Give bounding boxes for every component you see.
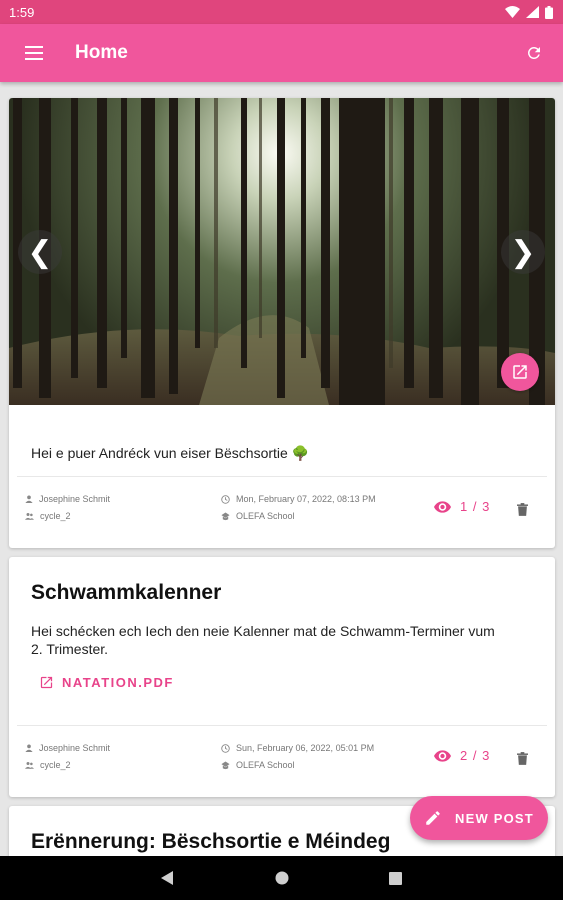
chevron-left-icon: ❮	[27, 235, 53, 269]
post-card: Schwammkalenner Hei schécken ech Iech de…	[9, 557, 555, 797]
trash-icon	[516, 502, 528, 516]
eye-icon	[434, 749, 451, 762]
battery-icon	[545, 5, 553, 19]
app-bar: Home	[0, 24, 563, 82]
post-card: ❮ ❯ Hei e puer Andréck vun eiser Bëschso…	[9, 98, 555, 548]
school-icon	[221, 511, 230, 520]
previous-photo-button[interactable]: ❮	[18, 230, 62, 274]
chevron-right-icon: ❯	[510, 235, 536, 269]
school-icon	[221, 760, 230, 769]
post-body: Hei e puer Andréck vun eiser Bëschsortie…	[31, 445, 310, 461]
eye-icon	[434, 500, 451, 513]
open-photo-button[interactable]	[501, 353, 539, 391]
post-author-name: Josephine Schmit	[39, 494, 111, 504]
delete-post-button[interactable]	[514, 501, 530, 517]
post-views[interactable]: 2 / 3	[434, 748, 490, 763]
open-external-icon	[513, 365, 527, 379]
post-date: Sun, February 06, 2022, 05:01 PM	[221, 743, 374, 753]
next-photo-button[interactable]: ❯	[501, 230, 545, 274]
status-icons	[505, 5, 553, 19]
refresh-icon	[527, 46, 540, 59]
post-group-name: cycle_2	[40, 760, 71, 770]
post-date-text: Mon, February 07, 2022, 08:13 PM	[236, 494, 376, 504]
group-icon	[25, 513, 34, 520]
group-icon	[25, 762, 34, 769]
post-views-count: 2 / 3	[460, 748, 491, 763]
post-group: cycle_2	[25, 760, 71, 770]
recents-icon[interactable]	[389, 871, 402, 885]
signal-icon	[526, 6, 539, 18]
post-group-name: cycle_2	[40, 511, 71, 521]
post-author: Josephine Schmit	[25, 743, 110, 753]
new-post-label: NEW POST	[455, 810, 534, 826]
post-school-name: OLEFA School	[236, 760, 295, 770]
refresh-button[interactable]	[505, 24, 563, 82]
post-body-line: Hei schécken ech Iech den neie Kalenner …	[31, 623, 495, 639]
trash-icon	[516, 751, 528, 765]
post-views[interactable]: 1 / 3	[434, 499, 490, 514]
person-icon	[25, 744, 33, 752]
home-icon[interactable]	[275, 871, 289, 885]
person-icon	[25, 495, 33, 503]
status-bar: 1:59	[0, 0, 563, 24]
attachment-link[interactable]: NATATION.PDF	[39, 675, 174, 690]
divider	[17, 725, 547, 726]
open-external-icon	[40, 676, 53, 689]
new-post-button[interactable]: NEW POST	[410, 796, 548, 840]
attachment-name: NATATION.PDF	[62, 675, 174, 690]
menu-button[interactable]	[0, 24, 68, 82]
divider	[17, 476, 547, 477]
delete-post-button[interactable]	[514, 750, 530, 766]
clock-icon	[221, 494, 230, 504]
status-time: 1:59	[9, 4, 35, 20]
post-school-name: OLEFA School	[236, 511, 295, 521]
post-author-name: Josephine Schmit	[39, 743, 111, 753]
menu-icon	[25, 46, 43, 60]
clock-icon	[221, 743, 230, 753]
post-feed[interactable]: ❮ ❯ Hei e puer Andréck vun eiser Bëschso…	[0, 82, 563, 856]
page-title: Home	[75, 42, 128, 63]
post-date: Mon, February 07, 2022, 08:13 PM	[221, 494, 376, 504]
back-icon[interactable]	[161, 871, 175, 885]
post-group: cycle_2	[25, 511, 71, 521]
post-title: Schwammkalenner	[31, 581, 222, 604]
post-author: Josephine Schmit	[25, 494, 110, 504]
post-school: OLEFA School	[221, 511, 295, 521]
pencil-icon	[426, 811, 440, 825]
post-school: OLEFA School	[221, 760, 295, 770]
post-body-line: 2. Trimester.	[31, 641, 109, 657]
wifi-icon	[505, 6, 520, 18]
post-views-count: 1 / 3	[460, 499, 491, 514]
system-nav-bar	[0, 856, 563, 900]
post-photo[interactable]: ❮ ❯	[9, 98, 555, 405]
post-title: Erënnerung: Bëschsortie e Méindeg	[31, 830, 391, 853]
post-date-text: Sun, February 06, 2022, 05:01 PM	[236, 743, 375, 753]
